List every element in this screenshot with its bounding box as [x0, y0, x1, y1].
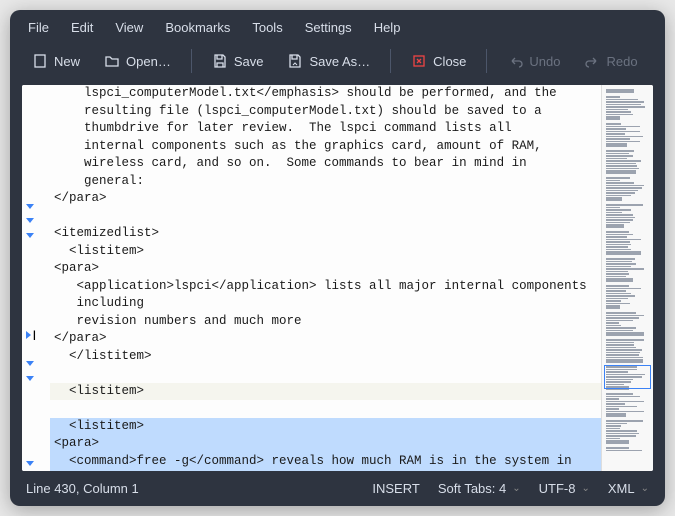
fold-marker-icon[interactable] — [26, 204, 34, 209]
editor-window: File Edit View Bookmarks Tools Settings … — [10, 10, 665, 506]
code-line[interactable]: wireless card, and so on. Some commands … — [50, 155, 601, 173]
tab-label: Soft Tabs: 4 — [438, 481, 506, 496]
tab-mode[interactable]: Soft Tabs: 4 ⌄ — [438, 481, 521, 496]
saveas-icon — [287, 53, 303, 69]
fold-marker-icon[interactable] — [26, 331, 31, 339]
code-line[interactable]: <itemizedlist> — [50, 225, 601, 243]
code-line[interactable]: <listitem> — [50, 243, 601, 261]
open-button[interactable]: Open… — [94, 47, 181, 75]
statusbar: Line 430, Column 1 INSERT Soft Tabs: 4⌄ … — [10, 471, 665, 506]
menu-tools[interactable]: Tools — [252, 20, 282, 35]
fold-marker-icon[interactable] — [26, 461, 34, 466]
code-line[interactable]: lspci_computerModel.txt</emphasis> shoul… — [50, 85, 601, 103]
code-line[interactable] — [50, 400, 601, 418]
separator — [191, 49, 192, 73]
undo-button[interactable]: Undo — [497, 47, 570, 75]
code-line[interactable]: <application>lspci</application> lists a… — [50, 278, 601, 296]
undo-icon — [507, 53, 523, 69]
minimap-content — [606, 89, 649, 451]
filetype-label: XML — [608, 481, 635, 496]
open-label: Open… — [126, 54, 171, 69]
undo-label: Undo — [529, 54, 560, 69]
menubar: File Edit View Bookmarks Tools Settings … — [10, 10, 665, 41]
code-line[interactable]: </para> — [50, 330, 601, 348]
fold-marker-icon[interactable] — [26, 218, 34, 223]
editor-area: | lspci_computerModel.txt</emphasis> sho… — [22, 85, 653, 471]
menu-edit[interactable]: Edit — [71, 20, 93, 35]
chevron-down-icon: ⌄ — [641, 483, 649, 494]
save-label: Save — [234, 54, 264, 69]
code-line[interactable]: resulting file (lspci_computerModel.txt)… — [50, 103, 601, 121]
code-line[interactable]: revision numbers and much more — [50, 313, 601, 331]
menu-help[interactable]: Help — [374, 20, 401, 35]
fold-marker-icon[interactable] — [26, 376, 34, 381]
cursor-position: Line 430, Column 1 — [26, 481, 139, 496]
close-icon — [411, 53, 427, 69]
folder-icon — [104, 53, 120, 69]
chevron-down-icon: ⌄ — [581, 483, 589, 494]
saveas-button[interactable]: Save As… — [277, 47, 380, 75]
toolbar: New Open… Save Save As… Close Undo Redo — [10, 41, 665, 85]
menu-file[interactable]: File — [28, 20, 49, 35]
save-button[interactable]: Save — [202, 47, 274, 75]
code-line[interactable] — [50, 365, 601, 383]
redo-icon — [585, 53, 601, 69]
separator — [390, 49, 391, 73]
code-line[interactable]: <listitem> — [50, 383, 601, 401]
minimap[interactable] — [601, 85, 653, 471]
fold-marker-icon[interactable] — [26, 233, 34, 238]
insert-mode[interactable]: INSERT — [372, 481, 419, 496]
code-editor[interactable]: lspci_computerModel.txt</emphasis> shoul… — [50, 85, 601, 471]
code-line[interactable]: general: — [50, 173, 601, 191]
code-line[interactable]: including — [50, 295, 601, 313]
close-label: Close — [433, 54, 466, 69]
separator — [486, 49, 487, 73]
code-line[interactable]: </listitem> — [50, 348, 601, 366]
filetype[interactable]: XML ⌄ — [608, 481, 649, 496]
code-line[interactable]: <listitem> — [50, 418, 601, 436]
code-line[interactable]: <command>free -g</command> reveals how m… — [50, 453, 601, 471]
fold-marker-icon[interactable] — [26, 361, 34, 366]
code-line[interactable]: <para> — [50, 435, 601, 453]
minimap-viewport[interactable] — [604, 365, 651, 389]
saveas-label: Save As… — [309, 54, 370, 69]
code-line[interactable]: <para> — [50, 260, 601, 278]
menu-view[interactable]: View — [115, 20, 143, 35]
fold-gutter[interactable]: | — [22, 85, 50, 471]
redo-button[interactable]: Redo — [575, 47, 648, 75]
code-line[interactable]: internal components such as the graphics… — [50, 138, 601, 156]
code-line[interactable]: </para> — [50, 190, 601, 208]
menu-bookmarks[interactable]: Bookmarks — [165, 20, 230, 35]
new-button[interactable]: New — [22, 47, 90, 75]
redo-label: Redo — [607, 54, 638, 69]
code-line[interactable] — [50, 208, 601, 226]
code-line[interactable]: thumbdrive for later review. The lspci c… — [50, 120, 601, 138]
close-button[interactable]: Close — [401, 47, 476, 75]
save-icon — [212, 53, 228, 69]
new-label: New — [54, 54, 80, 69]
encoding-label: UTF-8 — [539, 481, 576, 496]
menu-settings[interactable]: Settings — [305, 20, 352, 35]
new-file-icon — [32, 53, 48, 69]
encoding[interactable]: UTF-8 ⌄ — [539, 481, 590, 496]
chevron-down-icon: ⌄ — [512, 483, 520, 494]
